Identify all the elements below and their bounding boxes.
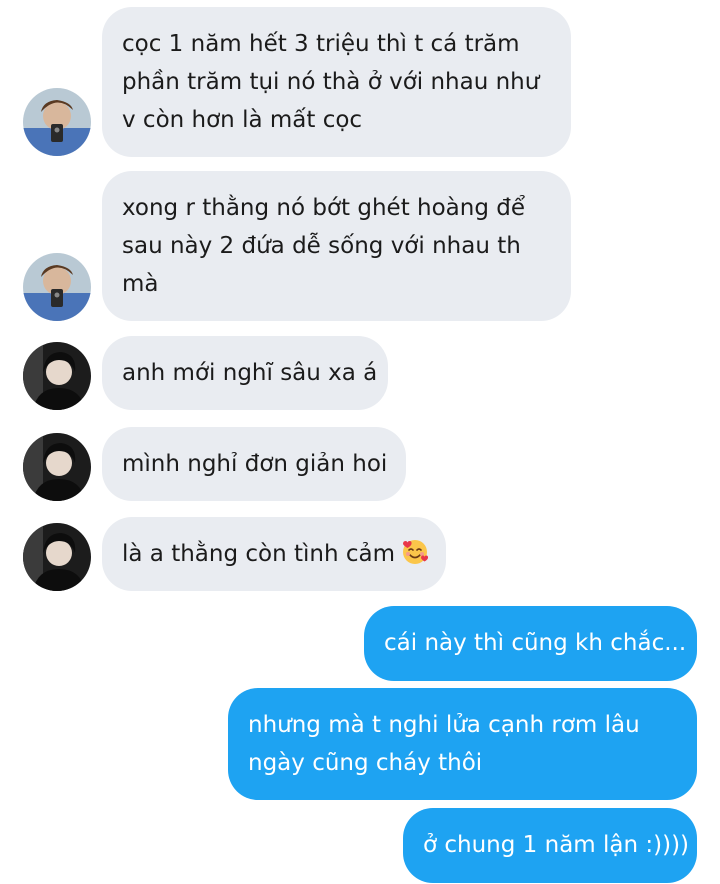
avatar[interactable] xyxy=(23,253,91,321)
chat-thread: cọc 1 năm hết 3 triệu thì t cá trăm phần… xyxy=(0,0,720,884)
avatar[interactable] xyxy=(23,433,91,501)
message-text: mình nghỉ đơn giản hoi xyxy=(122,451,388,477)
message-text: cái này thì cũng kh chắc... xyxy=(384,630,687,656)
message-text: cọc 1 năm hết 3 triệu thì t cá trăm xyxy=(122,31,520,57)
message-bubble-outgoing[interactable]: ở chung 1 năm lận :)))) xyxy=(403,808,697,883)
message-bubble-incoming[interactable]: anh mới nghĩ sâu xa á xyxy=(102,336,388,410)
message-bubble-incoming[interactable]: cọc 1 năm hết 3 triệu thì t cá trăm phần… xyxy=(102,7,571,157)
avatar-b-icon xyxy=(23,523,91,591)
message-bubble-outgoing[interactable]: cái này thì cũng kh chắc... xyxy=(364,606,697,681)
message-text: ngày cũng cháy thôi xyxy=(248,750,483,776)
message-bubble-incoming[interactable]: xong r thằng nó bớt ghét hoàng để sau nà… xyxy=(102,171,571,321)
message-bubble-incoming[interactable]: là a thằng còn tình cảm xyxy=(102,517,446,591)
message-text: anh mới nghĩ sâu xa á xyxy=(122,360,378,386)
message-text: xong r thằng nó bớt ghét hoàng để xyxy=(122,195,526,221)
message-text: là a thằng còn tình cảm xyxy=(122,541,396,567)
message-text: ở chung 1 năm lận :)))) xyxy=(423,832,690,858)
avatar[interactable] xyxy=(23,342,91,410)
avatar-b-icon xyxy=(23,342,91,410)
avatar-a-icon xyxy=(23,253,91,321)
message-text: nhưng mà t nghi lửa cạnh rơm lâu xyxy=(248,712,640,738)
message-text: mà xyxy=(122,271,159,297)
avatar-a-icon xyxy=(23,88,91,156)
message-text: phần trăm tụi nó thà ở với nhau như xyxy=(122,69,540,95)
avatar[interactable] xyxy=(23,88,91,156)
message-bubble-outgoing[interactable]: nhưng mà t nghi lửa cạnh rơm lâu ngày cũ… xyxy=(228,688,697,800)
message-text: v còn hơn là mất cọc xyxy=(122,107,363,133)
message-text: sau này 2 đứa dễ sống với nhau th xyxy=(122,233,521,259)
avatar-b-icon xyxy=(23,433,91,501)
avatar[interactable] xyxy=(23,523,91,591)
smiling-face-with-hearts-emoji xyxy=(403,540,429,564)
message-bubble-incoming[interactable]: mình nghỉ đơn giản hoi xyxy=(102,427,406,501)
